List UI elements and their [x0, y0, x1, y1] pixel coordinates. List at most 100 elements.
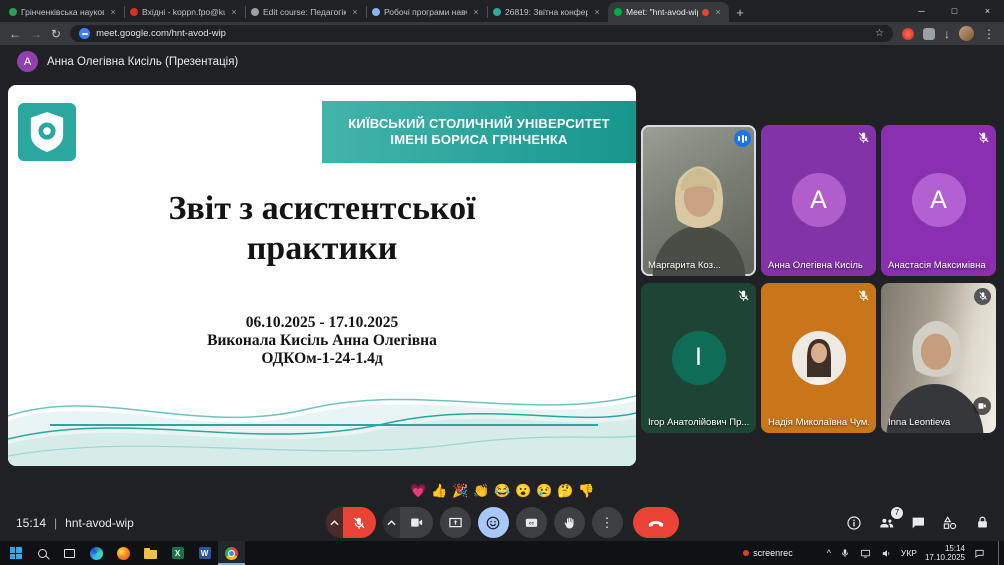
folder-icon: [144, 550, 157, 559]
slide-date-range: 06.10.2025 - 17.10.2025: [8, 314, 636, 332]
reaction-heart[interactable]: 💗: [410, 482, 426, 500]
meeting-details-icon[interactable]: [845, 514, 863, 532]
browser-tab-5[interactable]: 26819: Звітна конференція | Е... ×: [487, 2, 608, 22]
reload-button[interactable]: ↻: [51, 28, 61, 40]
extension-icon[interactable]: [923, 28, 935, 40]
downloads-icon[interactable]: ↓: [944, 28, 950, 40]
reaction-thinking[interactable]: 🤔: [557, 482, 573, 500]
task-view-button[interactable]: [56, 541, 83, 565]
extension-icon[interactable]: [902, 28, 914, 40]
reaction-thumbs-down[interactable]: 👎: [578, 482, 594, 500]
tray-mic-icon[interactable]: [839, 547, 851, 559]
mic-off-icon: [857, 131, 870, 144]
participant-tile-inna[interactable]: Inna Leontieva: [881, 283, 996, 434]
tray-expand-chevron[interactable]: ^: [827, 548, 831, 558]
meeting-info: 15:14 | hnt-avod-wip: [16, 516, 134, 530]
taskbar-clock[interactable]: 15:14 17.10.2025: [925, 544, 965, 563]
camera-badge-icon[interactable]: [973, 397, 991, 415]
browser-tab-3[interactable]: Edit course: Педагогіка та пси... ×: [245, 2, 366, 22]
reaction-clap[interactable]: 👏: [473, 482, 489, 500]
action-center-icon[interactable]: [973, 547, 986, 560]
participant-name: Inna Leontieva: [888, 417, 989, 428]
avatar: А: [912, 173, 966, 227]
taskbar-file-explorer[interactable]: [137, 541, 164, 565]
taskbar-firefox[interactable]: [110, 541, 137, 565]
tab-close-icon[interactable]: ×: [471, 7, 481, 17]
browser-menu-icon[interactable]: ⋮: [983, 28, 995, 40]
camera-button[interactable]: [400, 507, 433, 538]
browser-tab-2[interactable]: Вхідні - koppn.fpo@kubg.edu... ×: [124, 2, 245, 22]
show-desktop-button[interactable]: [998, 541, 1001, 565]
window-minimize-button[interactable]: ─: [905, 0, 938, 22]
tab-title: Вхідні - koppn.fpo@kubg.edu...: [142, 7, 225, 17]
window-close-button[interactable]: ×: [971, 0, 1004, 22]
participants-grid: Маргарита Коз... А Анна Олегівна Кисіль …: [641, 125, 996, 433]
site-info-icon[interactable]: [79, 28, 90, 39]
tab-close-icon[interactable]: ×: [108, 7, 118, 17]
mic-muted-button[interactable]: [343, 507, 376, 538]
participant-tile-anna[interactable]: А Анна Олегівна Кисіль: [761, 125, 876, 276]
participants-panel-icon[interactable]: 7: [877, 514, 895, 532]
language-indicator[interactable]: УКР: [901, 548, 917, 558]
system-tray: screenrec ^ УКР 15:14 17.10.2025: [743, 541, 1004, 565]
tab-close-icon[interactable]: ×: [592, 7, 602, 17]
taskbar-edge[interactable]: [83, 541, 110, 565]
university-banner: КИЇВСЬКИЙ СТОЛИЧНИЙ УНІВЕРСИТЕТ ІМЕНІ БО…: [322, 101, 636, 163]
reaction-party[interactable]: 🎉: [452, 482, 468, 500]
tray-display-icon[interactable]: [859, 547, 872, 560]
captions-button[interactable]: cc: [516, 507, 547, 538]
more-options-button[interactable]: ⋮: [592, 507, 623, 538]
participant-tile-nadiia[interactable]: Надія Миколаївна Чум...: [761, 283, 876, 434]
reaction-laugh[interactable]: 😂: [494, 482, 510, 500]
participant-name: Надія Миколаївна Чум...: [768, 417, 869, 428]
tab-title: 26819: Звітна конференція | Е...: [505, 7, 588, 17]
browser-tab-4[interactable]: Робочі програми навчальни... ×: [366, 2, 487, 22]
mic-options-chevron-icon[interactable]: [326, 507, 343, 538]
reactions-button[interactable]: [478, 507, 509, 538]
participant-tile-anastasiia[interactable]: А Анастасія Максимівна Не...: [881, 125, 996, 276]
forward-button[interactable]: →: [30, 28, 42, 40]
tray-volume-icon[interactable]: [880, 547, 893, 560]
leave-call-button[interactable]: [633, 507, 679, 538]
desktop-screen: Грінченківська наукова школ... × Вхідні …: [0, 0, 1004, 565]
host-controls-icon[interactable]: [973, 514, 991, 532]
taskbar-word[interactable]: W: [191, 541, 218, 565]
taskbar-excel[interactable]: X: [164, 541, 191, 565]
taskbar-date: 17.10.2025: [925, 553, 965, 563]
chat-panel-icon[interactable]: [909, 514, 927, 532]
tab-recording-indicator-icon: [702, 9, 709, 16]
start-button[interactable]: [2, 541, 29, 565]
profile-avatar[interactable]: [959, 26, 974, 41]
bookmark-star-icon[interactable]: ☆: [875, 28, 884, 39]
avatar: А: [792, 173, 846, 227]
raise-hand-button[interactable]: [554, 507, 585, 538]
new-tab-button[interactable]: +: [729, 2, 751, 22]
reaction-thumbs-up[interactable]: 👍: [431, 482, 447, 500]
taskbar-chrome-active[interactable]: [218, 541, 245, 565]
window-maximize-button[interactable]: □: [938, 0, 971, 22]
camera-control[interactable]: [383, 507, 433, 538]
meet-panel-icons: 7: [845, 514, 991, 532]
camera-options-chevron-icon[interactable]: [383, 507, 400, 538]
present-screen-button[interactable]: [440, 507, 471, 538]
address-bar[interactable]: meet.google.com/hnt-avod-wip ☆: [70, 25, 893, 42]
tab-close-icon[interactable]: ×: [229, 7, 239, 17]
tab-close-icon[interactable]: ×: [713, 7, 723, 17]
taskbar-search-button[interactable]: [29, 541, 56, 565]
activities-panel-icon[interactable]: [941, 514, 959, 532]
avatar-photo: [792, 331, 846, 385]
browser-tab-meet-active[interactable]: Meet: "hnt-avod-wip" ×: [608, 2, 729, 22]
screenrec-tray-item[interactable]: screenrec: [743, 548, 793, 558]
university-name-line2: ІМЕНІ БОРИСА ГРІНЧЕНКА: [390, 132, 567, 148]
browser-tab-1[interactable]: Грінченківська наукова школ... ×: [3, 2, 124, 22]
participant-tile-margaryta[interactable]: Маргарита Коз...: [641, 125, 756, 276]
tab-close-icon[interactable]: ×: [350, 7, 360, 17]
participant-tile-ihor[interactable]: І Ігор Анатолійович Пр...: [641, 283, 756, 434]
presentation-slide[interactable]: КИЇВСЬКИЙ СТОЛИЧНИЙ УНІВЕРСИТЕТ ІМЕНІ БО…: [8, 85, 636, 466]
microphone-control[interactable]: [326, 507, 376, 538]
participant-name: Ігор Анатолійович Пр...: [648, 417, 749, 428]
recording-dot-icon: [743, 550, 749, 556]
back-button[interactable]: ←: [9, 28, 21, 40]
reaction-sad[interactable]: 😢: [536, 482, 552, 500]
reaction-surprised[interactable]: 😮: [515, 482, 531, 500]
